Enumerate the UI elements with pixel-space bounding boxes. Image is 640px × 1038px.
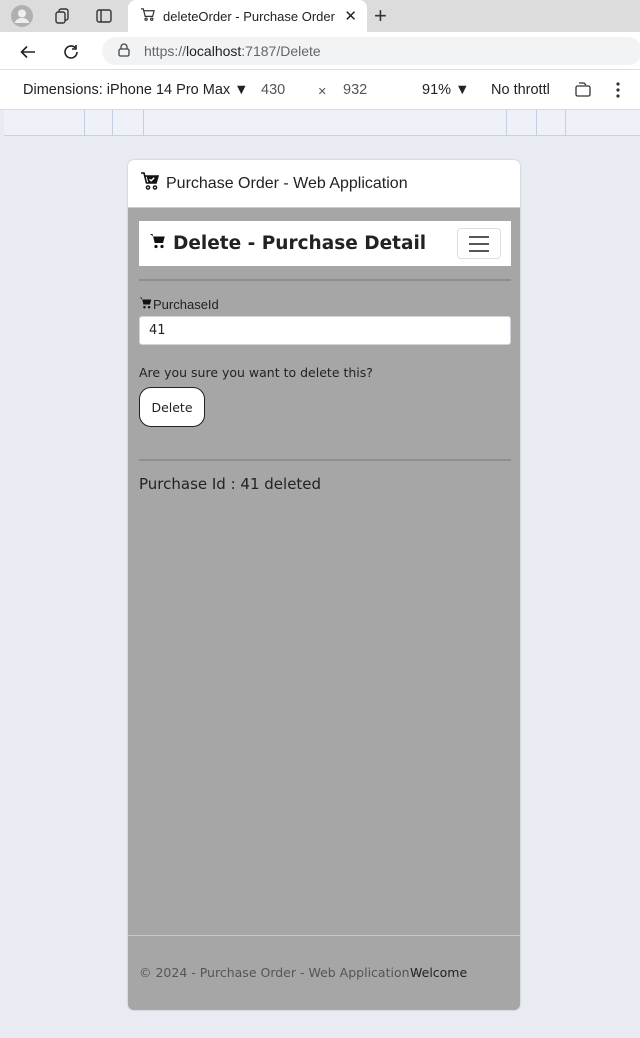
device-toolbar: Dimensions: iPhone 14 Pro Max ▼ 430 × 93… <box>0 70 640 110</box>
page-navbar: Delete - Purchase Detail <box>139 221 511 266</box>
new-tab-icon[interactable]: + <box>374 3 387 29</box>
zoom-value: 91% <box>422 82 452 98</box>
footer-copyright: © 2024 - Purchase Order - Web Applicatio… <box>139 965 419 980</box>
url-scheme: https:// <box>144 43 187 59</box>
hamburger-line <box>469 242 489 245</box>
media-query-ruler <box>4 110 640 136</box>
dimensions-select[interactable]: Dimensions: iPhone 14 Pro Max ▼ <box>23 82 249 98</box>
url-host: localhost <box>186 43 242 59</box>
confirm-message: Are you sure you want to delete this? <box>139 365 373 380</box>
width-field[interactable]: 430 <box>261 82 285 98</box>
purchase-id-label-text: PurchaseId <box>153 297 219 312</box>
purchase-id-input[interactable]: 41 <box>139 316 511 345</box>
rotate-icon[interactable] <box>574 81 592 103</box>
cart-check-icon <box>140 171 160 196</box>
navbar-toggler-button[interactable] <box>457 228 501 259</box>
cart-icon <box>140 7 155 25</box>
device-viewport: Purchase Order - Web Application Delete … <box>128 160 520 1010</box>
app-brand[interactable]: Purchase Order - Web Application <box>166 175 408 193</box>
dimensions-label: Dimensions: iPhone 14 Pro Max <box>23 82 231 98</box>
result-message: Purchase Id : 41 deleted <box>139 475 322 493</box>
more-options-icon[interactable] <box>614 81 622 103</box>
throttle-select[interactable]: No throttl <box>491 82 550 98</box>
zoom-select[interactable]: 91% ▼ <box>422 82 469 98</box>
hamburger-line <box>469 249 489 252</box>
footer-divider <box>128 935 520 936</box>
close-tab-icon[interactable]: ✕ <box>344 7 357 25</box>
url-field[interactable]: https://localhost:7187/Delete <box>102 37 640 65</box>
app-header: Purchase Order - Web Application <box>128 160 520 208</box>
height-field[interactable]: 932 <box>343 82 367 98</box>
back-icon[interactable] <box>17 41 39 63</box>
tab-title: deleteOrder - Purchase Order - W <box>163 8 335 24</box>
delete-button[interactable]: Delete <box>139 387 205 427</box>
times-symbol: × <box>318 84 327 100</box>
page-title: Delete - Purchase Detail <box>173 233 427 254</box>
dropdown-arrow-icon: ▼ <box>455 82 470 98</box>
browser-tab-bar: deleteOrder - Purchase Order - W ✕ + <box>0 0 640 32</box>
refresh-icon[interactable] <box>60 41 82 63</box>
workspaces-icon[interactable] <box>50 4 74 28</box>
profile-icon[interactable] <box>10 4 34 28</box>
cart-icon <box>149 232 167 255</box>
purchase-id-label: PurchaseId <box>139 296 219 313</box>
url-path: :7187/Delete <box>241 43 321 59</box>
address-bar: https://localhost:7187/Delete <box>0 32 640 70</box>
cart-icon <box>139 296 153 313</box>
hamburger-line <box>469 235 489 238</box>
dropdown-arrow-icon: ▼ <box>234 82 249 98</box>
divider <box>139 279 511 281</box>
tab-actions-icon[interactable] <box>92 4 116 28</box>
lock-icon <box>118 42 130 60</box>
divider <box>139 459 511 461</box>
active-tab[interactable]: deleteOrder - Purchase Order - W ✕ <box>128 0 367 32</box>
footer-welcome-link[interactable]: Welcome <box>410 965 467 980</box>
